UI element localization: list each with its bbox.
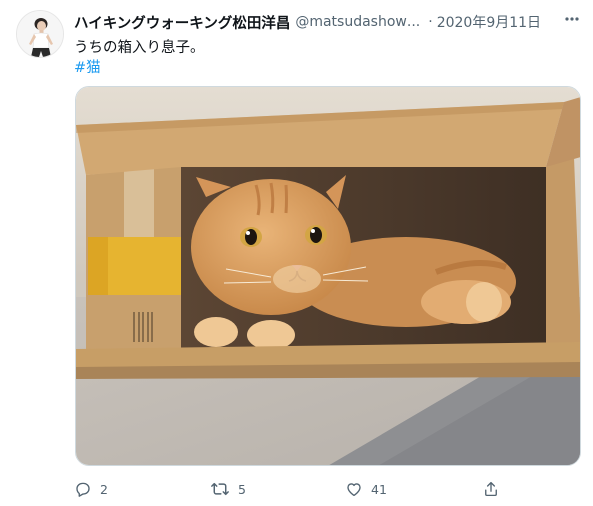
like-count: 41 [371,481,387,497]
tweet-text: うちの箱入り息子。 [74,40,205,56]
more-horizontal-icon [564,11,580,31]
avatar[interactable] [16,10,64,58]
user-handle[interactable]: @matsudashow [295,14,407,30]
tweet-header: ハイキングウォーキング松田洋昌 @matsudashow ... · 2020年… [74,11,574,33]
reply-count: 2 [100,481,108,497]
share-icon [482,480,500,498]
hashtag-link[interactable]: #猫 [74,56,101,77]
share-button[interactable] [482,477,500,501]
handle-truncation: ... [406,14,421,30]
heart-icon [345,480,363,498]
tweet-card: ハイキングウォーキング松田洋昌 @matsudashow ... · 2020年… [0,0,593,506]
retweet-count: 5 [238,481,246,497]
separator-dot: · [428,14,433,30]
tweet-photo[interactable] [75,86,581,466]
retweet-icon [210,480,230,498]
more-options-button[interactable] [563,12,581,30]
reply-icon [74,480,92,498]
action-bar: 2 5 41 [74,477,574,501]
tweet-date[interactable]: 2020年9月11日 [437,12,541,32]
like-button[interactable]: 41 [345,477,387,501]
retweet-button[interactable]: 5 [210,477,246,501]
display-name[interactable]: ハイキングウォーキング松田洋昌 [74,12,290,33]
reply-button[interactable]: 2 [74,477,108,501]
